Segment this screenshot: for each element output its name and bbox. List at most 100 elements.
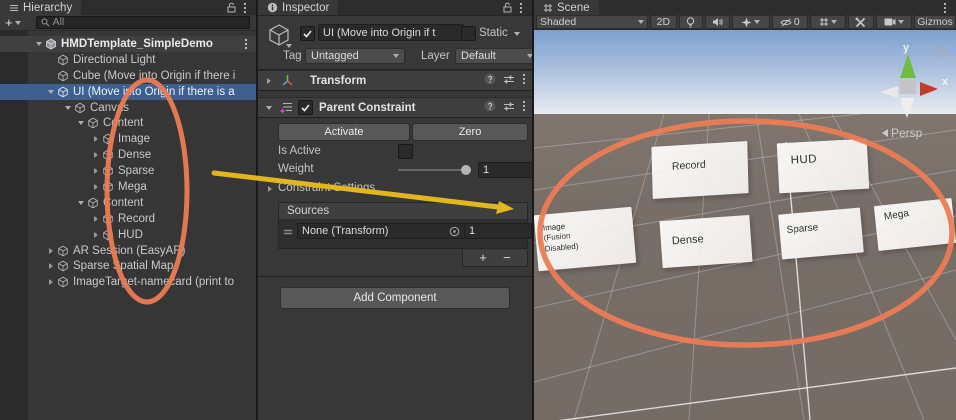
gameobject-name-field[interactable]: UI (Move into Origin if t bbox=[318, 24, 464, 41]
create-object-button[interactable]: + bbox=[0, 15, 24, 30]
tab-scene[interactable]: Scene bbox=[534, 0, 599, 15]
static-checkbox[interactable] bbox=[461, 26, 476, 41]
foldout-arrow-icon[interactable] bbox=[263, 73, 275, 88]
tag-dropdown[interactable]: Untagged bbox=[305, 48, 405, 64]
tools-button[interactable] bbox=[848, 15, 875, 29]
hidden-objects-button[interactable]: 0 bbox=[772, 15, 808, 29]
y-axis-cone[interactable] bbox=[900, 54, 916, 78]
cube-icon bbox=[102, 165, 116, 177]
constraint-settings-foldout-icon[interactable] bbox=[264, 181, 276, 196]
camera-dropdown-button[interactable] bbox=[876, 15, 912, 29]
expand-arrow-icon[interactable] bbox=[90, 179, 102, 194]
audio-toggle-button[interactable] bbox=[705, 15, 730, 29]
effects-dropdown-button[interactable] bbox=[732, 15, 770, 29]
expand-arrow-icon[interactable] bbox=[75, 195, 87, 210]
tree-item-imagetarget[interactable]: ImageTarget-namecard (print to bbox=[0, 274, 256, 290]
grid-visibility-dropdown[interactable] bbox=[810, 15, 846, 29]
help-icon[interactable] bbox=[484, 100, 496, 112]
is-active-checkbox[interactable] bbox=[398, 144, 413, 159]
kebab-menu-icon[interactable] bbox=[514, 1, 528, 15]
layer-dropdown[interactable]: Default bbox=[455, 48, 532, 64]
perspective-toggle[interactable]: Persp bbox=[882, 126, 922, 140]
scene-viewport[interactable]: Record HUD Image (Fusion Disabled) Dense… bbox=[534, 30, 956, 420]
scene-tabbar: Scene bbox=[534, 0, 956, 16]
tree-item-image[interactable]: Image bbox=[0, 131, 256, 147]
remove-source-button[interactable]: − bbox=[503, 252, 511, 264]
expand-arrow-icon[interactable] bbox=[90, 132, 102, 147]
add-source-button[interactable]: + bbox=[479, 252, 487, 264]
tree-item-mega[interactable]: Mega bbox=[0, 179, 256, 195]
tree-item-sparse[interactable]: Sparse bbox=[0, 163, 256, 179]
gizmo-lock-icon[interactable] bbox=[936, 46, 946, 57]
tab-inspector[interactable]: Inspector bbox=[258, 0, 338, 15]
presets-icon[interactable] bbox=[503, 74, 515, 85]
lock-icon[interactable] bbox=[224, 1, 238, 15]
tree-item-hud[interactable]: HUD bbox=[0, 227, 256, 243]
zero-button[interactable]: Zero bbox=[412, 123, 528, 141]
expand-arrow-icon[interactable] bbox=[45, 243, 57, 258]
icon-picker-chevron-icon[interactable] bbox=[286, 44, 292, 48]
component-enabled-checkbox[interactable] bbox=[298, 100, 313, 115]
drag-handle-icon[interactable] bbox=[283, 229, 293, 236]
tree-item-dense[interactable]: Dense bbox=[0, 147, 256, 163]
weight-slider-handle[interactable] bbox=[461, 165, 471, 175]
tree-item-content-1[interactable]: Content bbox=[0, 115, 256, 131]
tree-item-sparse-spatial-map[interactable]: Sparse Spatial Map bbox=[0, 258, 256, 274]
scene-kebab-icon[interactable] bbox=[244, 38, 248, 50]
lock-icon[interactable] bbox=[500, 1, 514, 15]
expand-arrow-icon[interactable] bbox=[90, 211, 102, 226]
speaker-icon bbox=[712, 17, 723, 27]
transform-component-header[interactable]: Transform bbox=[258, 70, 532, 91]
source-weight-field[interactable]: 1 bbox=[464, 223, 532, 239]
expand-arrow-icon[interactable] bbox=[45, 84, 57, 99]
expand-arrow-icon[interactable] bbox=[75, 116, 87, 131]
hierarchy-tabbar: Hierarchy bbox=[0, 0, 256, 16]
tree-item-record[interactable]: Record bbox=[0, 211, 256, 227]
x-axis-cone[interactable] bbox=[920, 82, 938, 96]
grid-axis-icon bbox=[819, 17, 829, 27]
activate-button[interactable]: Activate bbox=[278, 123, 410, 141]
gizmo-center-cube[interactable] bbox=[900, 80, 916, 94]
tree-item-directional-light[interactable]: Directional Light bbox=[0, 52, 256, 68]
lighting-toggle-button[interactable] bbox=[679, 15, 704, 29]
expand-arrow-icon[interactable] bbox=[33, 36, 45, 51]
expand-arrow-icon[interactable] bbox=[90, 164, 102, 179]
expand-arrow-icon[interactable] bbox=[62, 100, 74, 115]
presets-icon[interactable] bbox=[503, 101, 515, 112]
chevron-down-icon bbox=[527, 54, 532, 58]
tree-item-scene[interactable]: HMDTemplate_SimpleDemo bbox=[0, 36, 256, 52]
kebab-menu-icon[interactable] bbox=[938, 1, 952, 15]
negative-y-cone[interactable] bbox=[900, 98, 914, 118]
help-icon[interactable] bbox=[484, 73, 496, 85]
shading-mode-dropdown[interactable]: Shaded bbox=[536, 15, 648, 29]
hierarchy-search-input[interactable]: All bbox=[36, 16, 250, 29]
tree-item-ar-session[interactable]: AR Session (EasyAR) bbox=[0, 243, 256, 259]
object-picker-icon[interactable] bbox=[449, 226, 460, 237]
weight-slider-track[interactable] bbox=[398, 169, 468, 171]
tree-item-ui-selected[interactable]: UI (Move into Origin if there is a bbox=[0, 84, 256, 100]
kebab-menu-icon[interactable] bbox=[522, 100, 526, 112]
tab-scene-label: Scene bbox=[557, 2, 590, 14]
weight-value-field[interactable]: 1 bbox=[478, 162, 532, 178]
kebab-menu-icon[interactable] bbox=[238, 1, 252, 15]
check-icon bbox=[303, 30, 312, 38]
expand-arrow-icon[interactable] bbox=[90, 227, 102, 242]
foldout-arrow-icon[interactable] bbox=[263, 100, 275, 115]
expand-arrow-icon[interactable] bbox=[90, 148, 102, 163]
tree-item-content-2[interactable]: Content bbox=[0, 195, 256, 211]
static-chevron-icon[interactable] bbox=[514, 32, 520, 36]
gizmos-dropdown[interactable]: Gizmos bbox=[914, 15, 956, 29]
tab-hierarchy[interactable]: Hierarchy bbox=[0, 0, 81, 15]
parent-constraint-component-header[interactable]: Parent Constraint bbox=[258, 97, 532, 118]
expand-arrow-icon[interactable] bbox=[45, 259, 57, 274]
source-object-field[interactable]: None (Transform) bbox=[297, 223, 465, 239]
cube-icon bbox=[102, 149, 116, 161]
tree-item-canvas[interactable]: Canvas bbox=[0, 100, 256, 116]
add-component-button[interactable]: Add Component bbox=[280, 287, 510, 309]
negative-x-cone[interactable] bbox=[880, 86, 898, 98]
gameobject-active-checkbox[interactable] bbox=[300, 26, 315, 41]
tree-item-cube[interactable]: Cube (Move into Origin if there i bbox=[0, 68, 256, 84]
expand-arrow-icon[interactable] bbox=[45, 275, 57, 290]
kebab-menu-icon[interactable] bbox=[522, 73, 526, 85]
2d-toggle-button[interactable]: 2D bbox=[650, 15, 677, 29]
